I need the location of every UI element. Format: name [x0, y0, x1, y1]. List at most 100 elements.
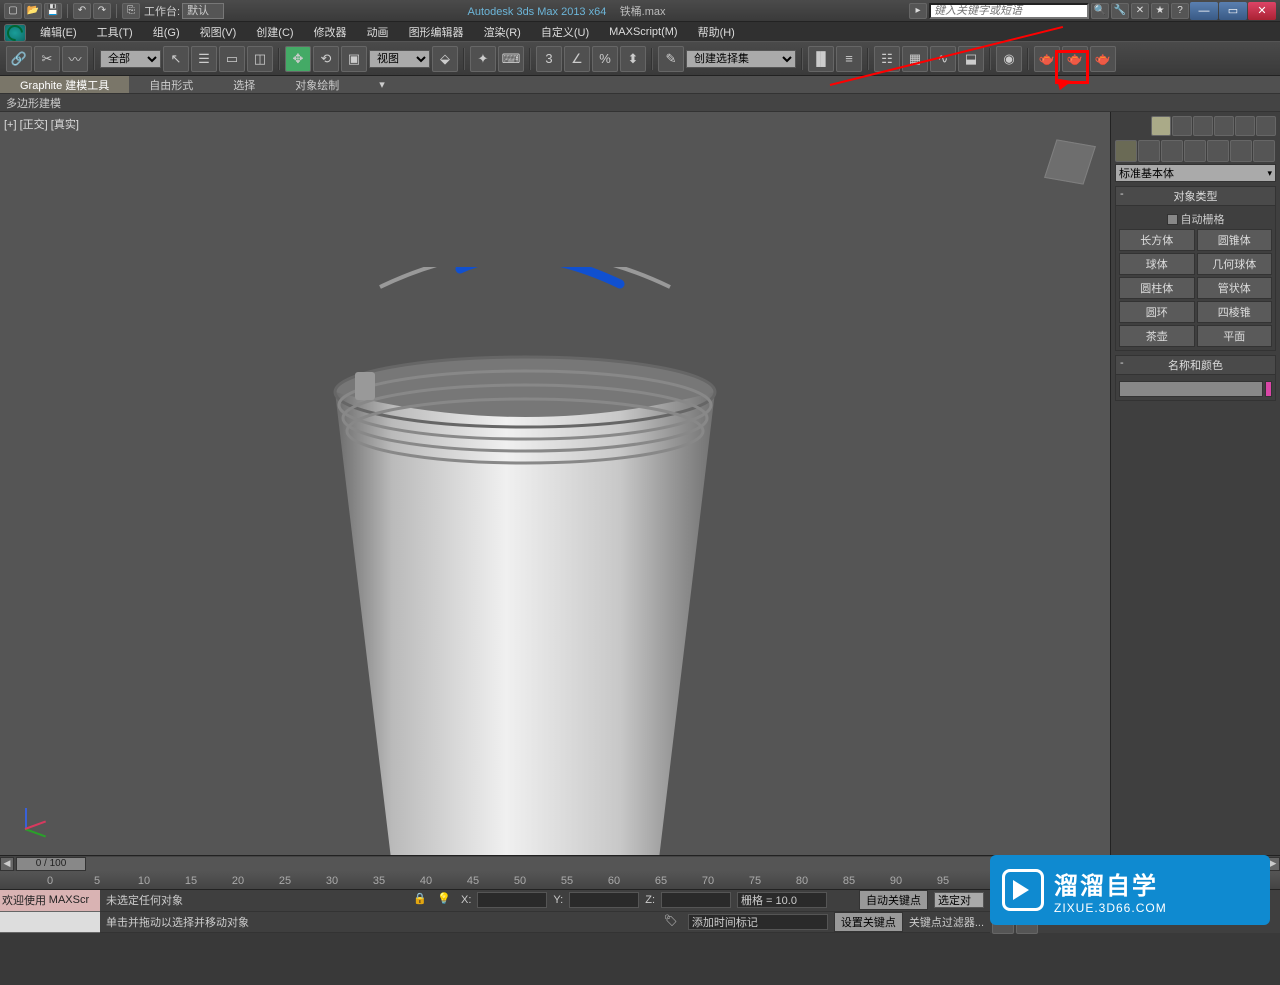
curve-editor-icon[interactable]: ∿ — [930, 46, 956, 72]
ribbon-tab-graphite[interactable]: Graphite 建模工具 — [0, 76, 129, 93]
align-icon[interactable]: ≡ — [836, 46, 862, 72]
menu-customize[interactable]: 自定义(U) — [531, 22, 599, 41]
cylinder-button[interactable]: 圆柱体 — [1119, 277, 1195, 299]
render-setup-icon[interactable]: 🫖 — [1034, 46, 1060, 72]
menu-help[interactable]: 帮助(H) — [688, 22, 745, 41]
selected-dropdown[interactable]: 选定对 — [934, 892, 984, 908]
menu-rendering[interactable]: 渲染(R) — [474, 22, 531, 41]
new-icon[interactable]: ▢ — [4, 3, 22, 19]
selection-filter-dropdown[interactable]: 全部 — [100, 50, 161, 68]
y-input[interactable] — [569, 892, 639, 908]
viewcube-icon[interactable] — [1044, 139, 1096, 184]
schematic-icon[interactable]: ⬓ — [958, 46, 984, 72]
menu-group[interactable]: 组(G) — [143, 22, 190, 41]
systems-icon[interactable] — [1253, 140, 1275, 162]
unlink-icon[interactable]: ✂ — [34, 46, 60, 72]
utilities-tab-icon[interactable] — [1256, 116, 1276, 136]
menu-tools[interactable]: 工具(T) — [87, 22, 143, 41]
select-icon[interactable]: ↖ — [163, 46, 189, 72]
search-icon[interactable]: 🔍 — [1091, 3, 1109, 19]
help-icon[interactable]: ? — [1171, 3, 1189, 19]
mirror-icon[interactable]: ▐▌ — [808, 46, 834, 72]
window-crossing-icon[interactable]: ◫ — [247, 46, 273, 72]
scene-explorer-icon[interactable]: ▦ — [902, 46, 928, 72]
open-icon[interactable]: 📂 — [24, 3, 42, 19]
select-name-icon[interactable]: ☰ — [191, 46, 217, 72]
rotate-icon[interactable]: ⟲ — [313, 46, 339, 72]
spacewarps-icon[interactable] — [1230, 140, 1252, 162]
cone-button[interactable]: 圆锥体 — [1197, 229, 1273, 251]
menu-edit[interactable]: 编辑(E) — [30, 22, 87, 41]
create-tab-icon[interactable] — [1151, 116, 1171, 136]
script-listener[interactable]: 欢迎使用 MAXScr — [0, 890, 100, 933]
minimize-button[interactable]: — — [1190, 2, 1218, 20]
ribbon-panel-label[interactable]: 多边形建模 — [6, 95, 61, 111]
menu-maxscript[interactable]: MAXScript(M) — [599, 22, 687, 41]
timetag-input[interactable]: 添加时间标记 — [688, 914, 828, 930]
layer-icon[interactable]: ☷ — [874, 46, 900, 72]
material-editor-icon[interactable]: ◉ — [996, 46, 1022, 72]
viewport[interactable]: [+] [正交] [真实] — [0, 112, 1110, 855]
close-button[interactable]: ✕ — [1248, 2, 1276, 20]
keyboard-shortcut-icon[interactable]: ⌨ — [498, 46, 524, 72]
menu-modifiers[interactable]: 修改器 — [304, 22, 357, 41]
star-icon[interactable]: ★ — [1151, 3, 1169, 19]
scale-icon[interactable]: ▣ — [341, 46, 367, 72]
link-icon[interactable]: ⎘ — [122, 3, 140, 19]
z-input[interactable] — [661, 892, 731, 908]
torus-button[interactable]: 圆环 — [1119, 301, 1195, 323]
viewport-label[interactable]: [+] [正交] [真实] — [4, 116, 79, 132]
keyfilter-link[interactable]: 关键点过滤器... — [909, 914, 984, 930]
lights-icon[interactable] — [1161, 140, 1183, 162]
timetag-icon[interactable]: 🏷 — [664, 914, 682, 930]
cameras-icon[interactable] — [1184, 140, 1206, 162]
ref-coord-dropdown[interactable]: 视图 — [369, 50, 430, 68]
tube-button[interactable]: 管状体 — [1197, 277, 1273, 299]
category-dropdown[interactable]: 标准基本体 — [1115, 164, 1276, 182]
lock-icon[interactable]: 🔒 — [413, 892, 431, 908]
spinner-snap-icon[interactable]: ⬍ — [620, 46, 646, 72]
ribbon-expand-icon[interactable]: ▾ — [359, 76, 405, 93]
plane-button[interactable]: 平面 — [1197, 325, 1273, 347]
manipulate-icon[interactable]: ✦ — [470, 46, 496, 72]
geosphere-button[interactable]: 几何球体 — [1197, 253, 1273, 275]
bind-icon[interactable]: 〰 — [62, 46, 88, 72]
teapot-button[interactable]: 茶壶 — [1119, 325, 1195, 347]
ribbon-tab-objectpaint[interactable]: 对象绘制 — [275, 76, 359, 93]
save-icon[interactable]: 💾 — [44, 3, 62, 19]
pyramid-button[interactable]: 四棱锥 — [1197, 301, 1273, 323]
rollout-header[interactable]: 对象类型 — [1116, 187, 1275, 206]
helpers-icon[interactable] — [1207, 140, 1229, 162]
isolate-icon[interactable]: 💡 — [437, 892, 455, 908]
undo-icon[interactable]: ↶ — [73, 3, 91, 19]
motion-tab-icon[interactable] — [1214, 116, 1234, 136]
menu-views[interactable]: 视图(V) — [190, 22, 247, 41]
workspace-dropdown[interactable]: 默认 — [182, 3, 224, 19]
infocenter-icon[interactable]: ▸ — [909, 3, 927, 19]
app-logo-icon[interactable] — [4, 24, 26, 42]
shapes-icon[interactable] — [1138, 140, 1160, 162]
object-name-input[interactable] — [1119, 381, 1263, 397]
search-input[interactable] — [929, 3, 1089, 19]
named-selset-dropdown[interactable]: 创建选择集 — [686, 50, 796, 68]
pivot-icon[interactable]: ⬙ — [432, 46, 458, 72]
sphere-button[interactable]: 球体 — [1119, 253, 1195, 275]
display-tab-icon[interactable] — [1235, 116, 1255, 136]
edit-selset-icon[interactable]: ✎ — [658, 46, 684, 72]
menu-animation[interactable]: 动画 — [357, 22, 399, 41]
redo-icon[interactable]: ↷ — [93, 3, 111, 19]
render-frame-icon[interactable]: 🫖 — [1062, 46, 1088, 72]
color-swatch[interactable] — [1265, 381, 1272, 397]
select-region-icon[interactable]: ▭ — [219, 46, 245, 72]
rollout-header[interactable]: 名称和颜色 — [1116, 356, 1275, 375]
percent-snap-icon[interactable]: % — [592, 46, 618, 72]
box-button[interactable]: 长方体 — [1119, 229, 1195, 251]
move-icon[interactable]: ✥ — [285, 46, 311, 72]
key-icon[interactable]: 🔧 — [1111, 3, 1129, 19]
hierarchy-tab-icon[interactable] — [1193, 116, 1213, 136]
menu-create[interactable]: 创建(C) — [246, 22, 303, 41]
setkey-button[interactable]: 设置关键点 — [834, 912, 903, 932]
snap-3-icon[interactable]: 3 — [536, 46, 562, 72]
geometry-icon[interactable] — [1115, 140, 1137, 162]
x-input[interactable] — [477, 892, 547, 908]
